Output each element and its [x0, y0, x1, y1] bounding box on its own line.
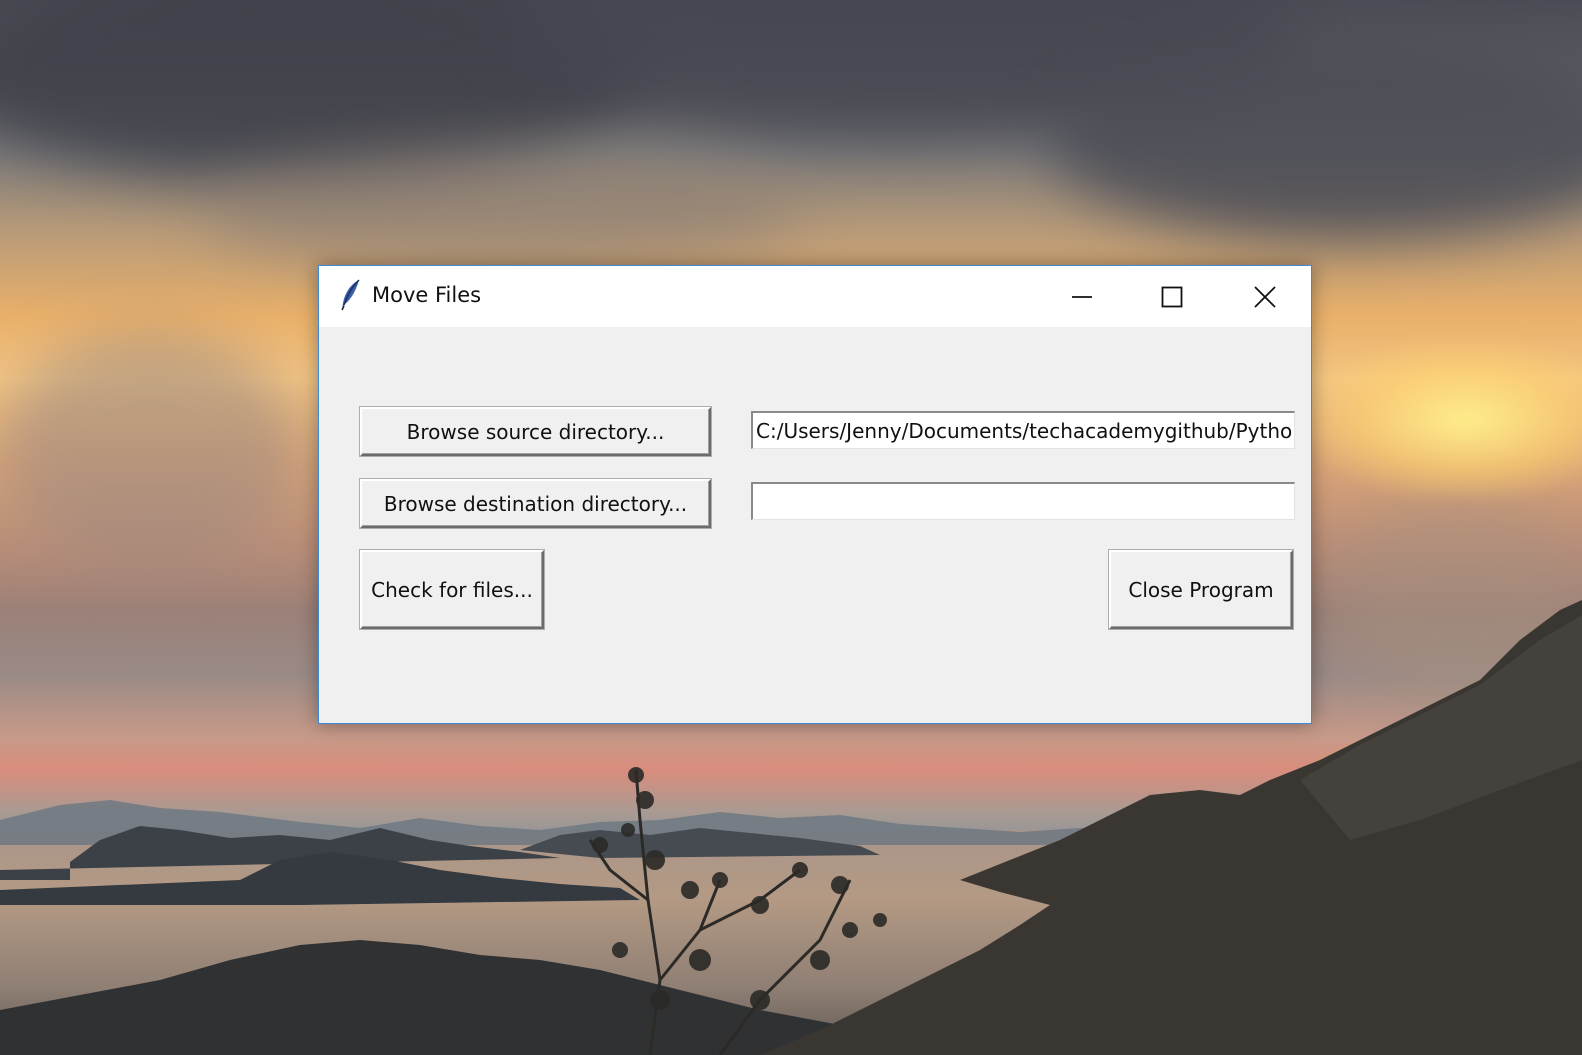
close-program-button[interactable]: Close Program [1109, 550, 1293, 629]
browse-destination-button[interactable]: Browse destination directory... [360, 479, 711, 528]
minimize-button[interactable] [1037, 266, 1127, 327]
window-title: Move Files [372, 283, 482, 307]
destination-directory-entry[interactable] [751, 482, 1295, 520]
title-bar[interactable]: Move Files [319, 266, 1311, 327]
browse-source-button[interactable]: Browse source directory... [360, 407, 711, 456]
close-icon [1254, 285, 1276, 308]
source-directory-entry[interactable]: C:/Users/Jenny/Documents/techacademygith… [751, 411, 1295, 449]
tk-feather-icon [339, 279, 363, 313]
tree-foliage [592, 767, 887, 1010]
maximize-icon [1161, 286, 1183, 307]
move-files-window: Move Files Browse source directory... C:… [318, 265, 1312, 724]
minimize-icon [1072, 295, 1092, 298]
close-window-button[interactable] [1219, 266, 1311, 327]
check-files-button[interactable]: Check for files... [360, 550, 544, 629]
source-directory-value: C:/Users/Jenny/Documents/techacademygith… [756, 419, 1294, 443]
maximize-button[interactable] [1127, 266, 1217, 327]
